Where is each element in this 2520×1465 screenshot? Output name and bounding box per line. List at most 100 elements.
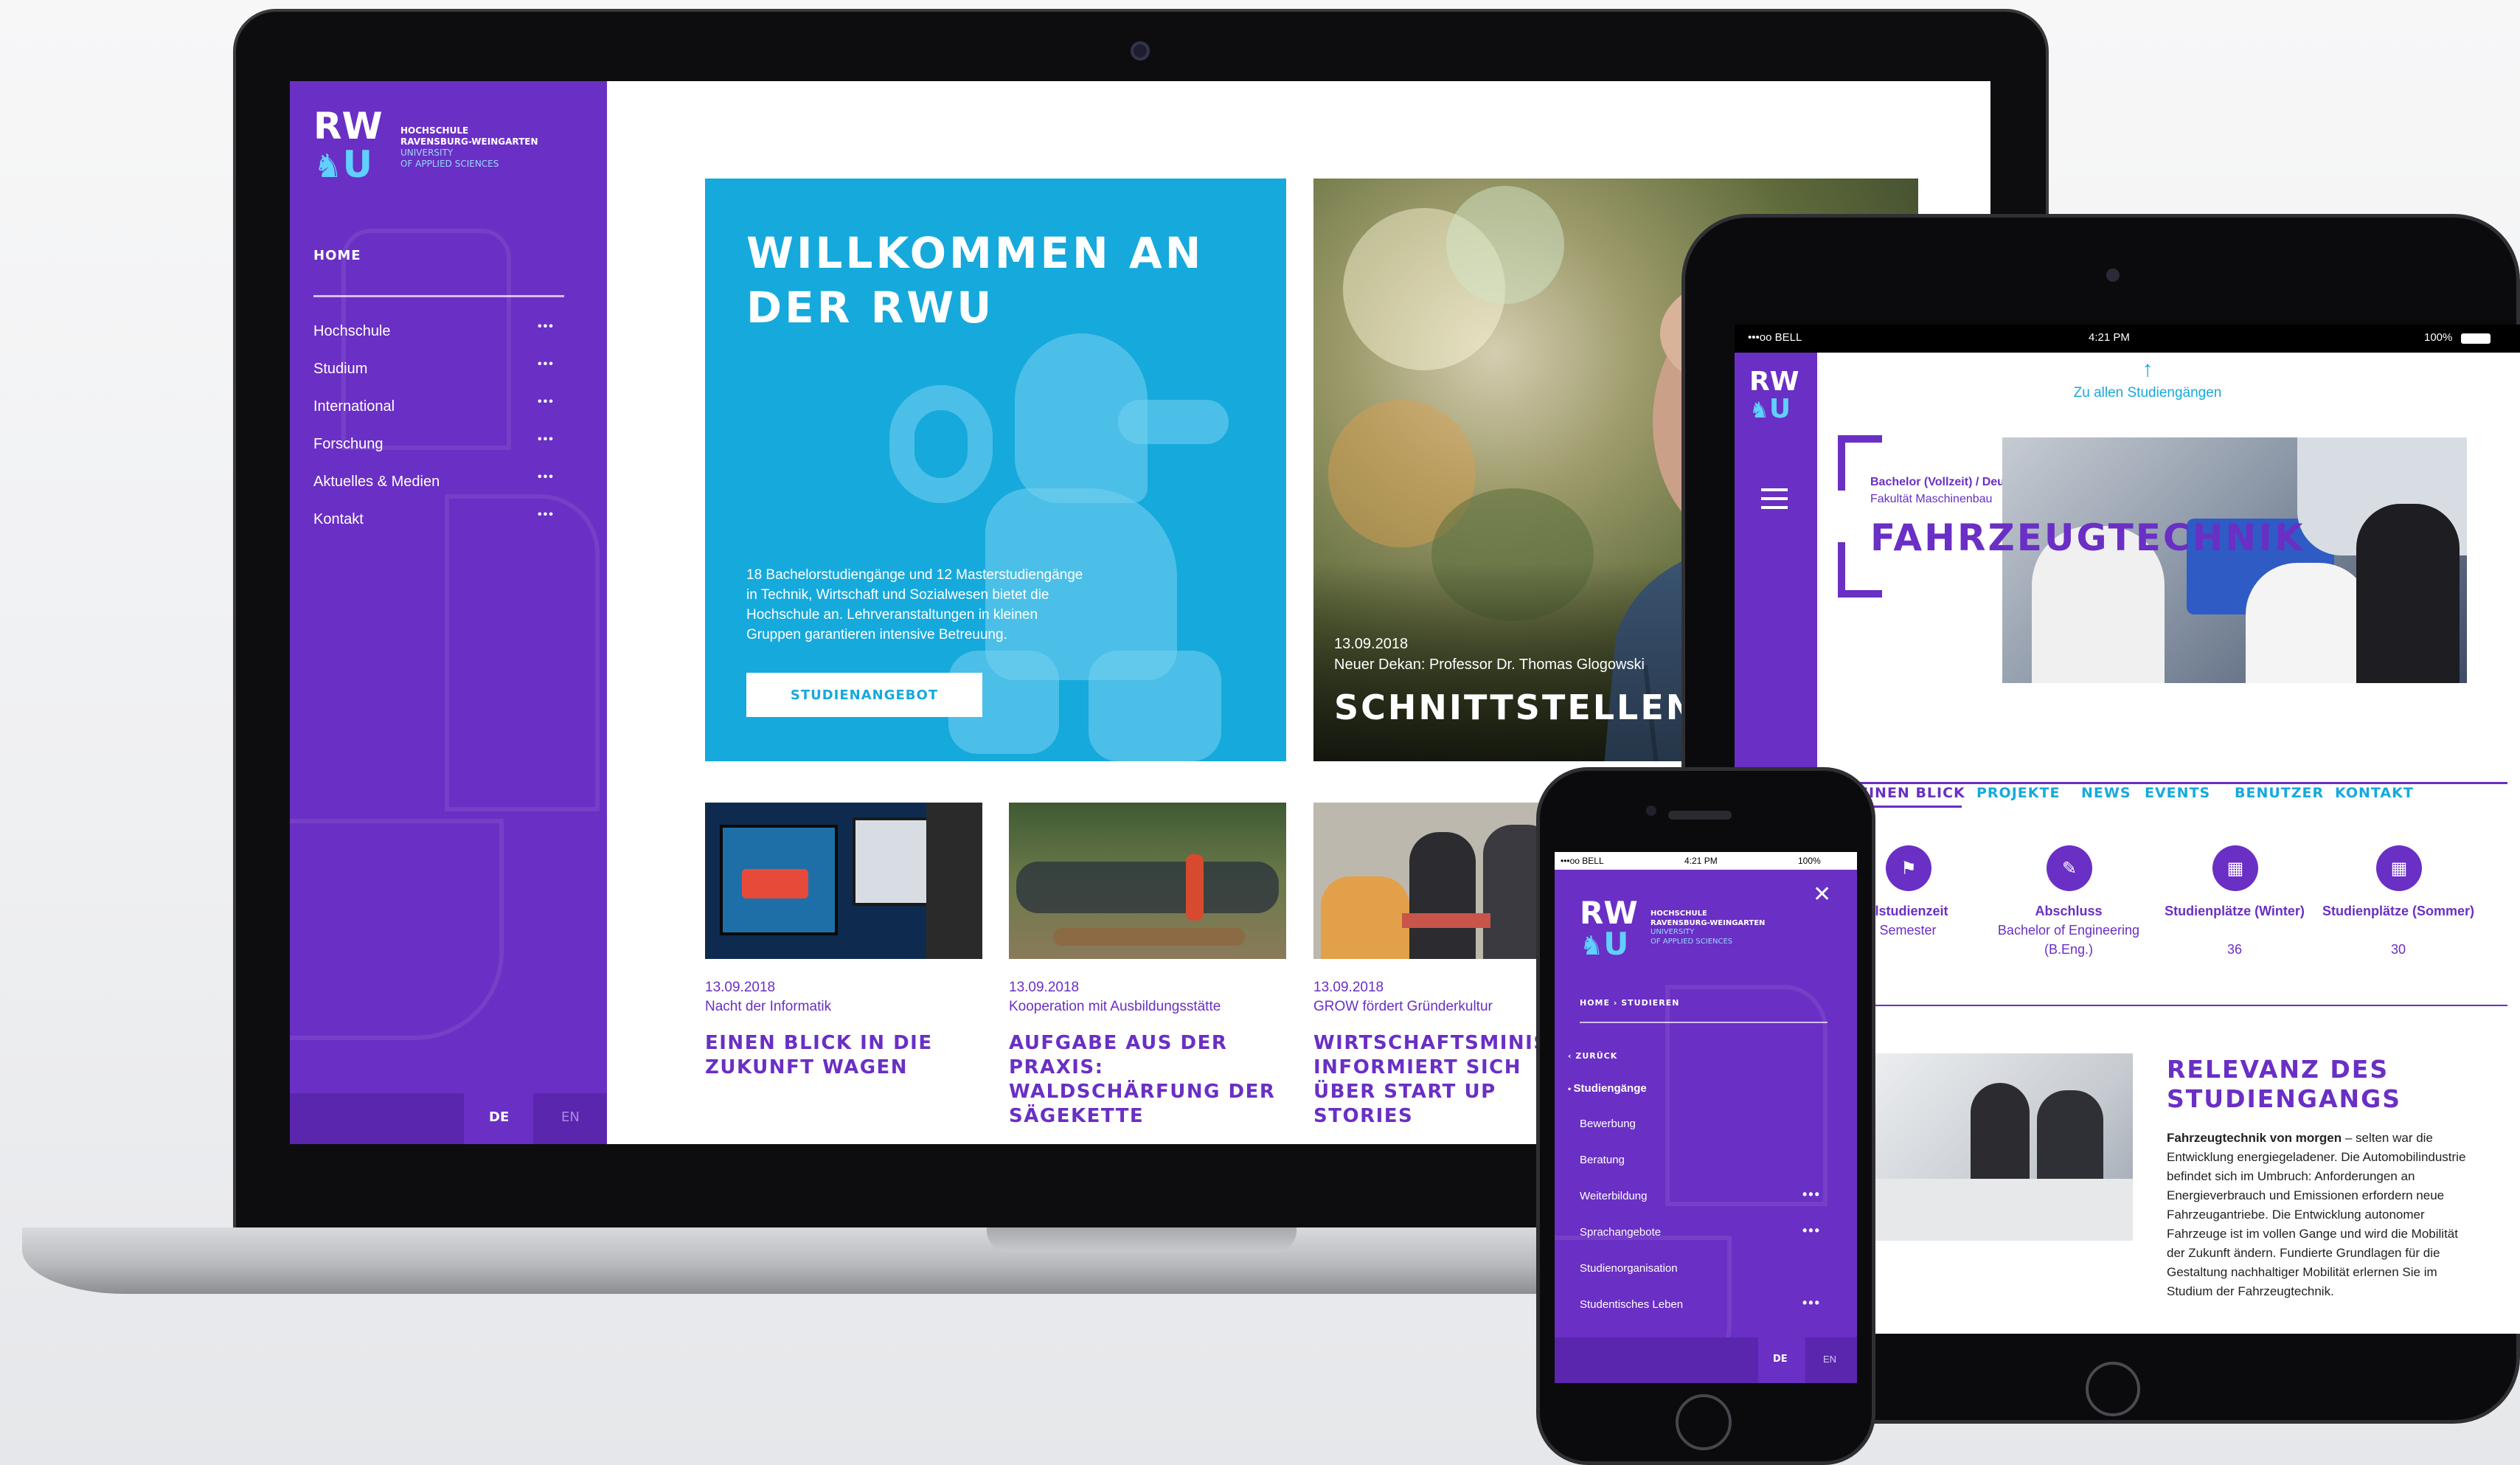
- stat-label: Studienplätze (Sommer): [2322, 904, 2475, 918]
- logo[interactable]: RW ♞U: [1749, 369, 1799, 423]
- sidebar: RW ♞U HOCHSCHULE RAVENSBURG-WEINGARTEN U…: [290, 81, 607, 1144]
- tab-overview[interactable]: EINEN BLICK: [1858, 785, 1965, 801]
- news-card[interactable]: 13.09.2018 Nacht der Informatik EINEN BL…: [705, 803, 982, 1127]
- hero-text: 18 Bachelorstudiengänge und 12 Masterstu…: [746, 567, 1083, 643]
- tab-kontakt[interactable]: KONTAKT: [2335, 785, 2414, 801]
- nav-item-studienorganisation[interactable]: Studienorganisation: [1580, 1262, 1678, 1275]
- clock: 4:21 PM: [1684, 856, 1718, 866]
- more-icon[interactable]: •••: [538, 320, 555, 333]
- sidebar-item-forschung[interactable]: Forschung •••: [313, 430, 564, 463]
- tablet-home-button[interactable]: [2086, 1362, 2140, 1416]
- breadcrumb[interactable]: HOME › STUDIEREN: [1580, 998, 1680, 1008]
- nav-item-studentisches-leben[interactable]: Studentisches Leben: [1580, 1298, 1683, 1311]
- more-icon[interactable]: •••: [1802, 1223, 1821, 1239]
- tab-news[interactable]: NEWS: [2081, 785, 2131, 801]
- news-title: AUFGABE AUS DER PRAXIS: WALDSCHÄRFUNG DE…: [1009, 1032, 1276, 1127]
- lang-de-button[interactable]: DE: [1758, 1337, 1805, 1383]
- language-bar: DE EN: [1555, 1337, 1857, 1383]
- tab-events[interactable]: EVENTS: [2145, 785, 2210, 801]
- logo[interactable]: RW ♞U HOCHSCHULE RAVENSBURG-WEINGARTEN U…: [1580, 898, 1801, 964]
- program-photo: [2002, 437, 2467, 683]
- calendar-icon: ▦: [2376, 845, 2422, 891]
- hero-welcome: WILLKOMMEN AN DER RWU 18 Bachelorstudien…: [705, 179, 1286, 761]
- calendar-icon: ▦: [2212, 845, 2258, 891]
- relevance-photo: [1875, 1053, 2133, 1241]
- sidebar-item-studium[interactable]: Studium •••: [313, 355, 564, 387]
- news-image: [1009, 803, 1286, 959]
- graduation-icon: ✎: [2047, 845, 2092, 891]
- lion-icon: ♞U: [1749, 394, 1791, 424]
- more-icon[interactable]: •••: [538, 508, 555, 522]
- news-subtitle: GROW fördert Gründerkultur: [1313, 999, 1493, 1014]
- nav-divider: [313, 295, 564, 297]
- back-to-programs-link[interactable]: Zu allen Studiengängen: [2000, 385, 2295, 401]
- phone-home-button[interactable]: [1676, 1394, 1732, 1450]
- phone-camera: [1646, 806, 1656, 816]
- program-faculty: Fakultät Maschinenbau: [1870, 493, 1993, 505]
- news-title: EINEN BLICK IN DIE ZUKUNFT WAGEN: [705, 1032, 933, 1078]
- lion-icon: ♞U: [313, 143, 373, 186]
- close-icon[interactable]: ✕: [1813, 882, 1831, 907]
- tab-benutzer[interactable]: BENUTZER: [2235, 785, 2324, 801]
- tabs-underline: [1858, 782, 2507, 784]
- news-date: 13.09.2018: [1313, 980, 1384, 995]
- menu-icon[interactable]: [1761, 488, 1788, 509]
- sidebar-item-aktuelles[interactable]: Aktuelles & Medien •••: [313, 468, 564, 500]
- more-icon[interactable]: •••: [538, 358, 555, 371]
- logo-line4: OF APPLIED SCIENCES: [400, 159, 499, 169]
- logo-rw: RW: [313, 105, 383, 148]
- logo-line1: HOCHSCHULE: [400, 125, 469, 136]
- language-bar: DE EN: [290, 1093, 607, 1144]
- flag-icon: ⚑: [1886, 845, 1931, 891]
- clock: 4:21 PM: [2089, 331, 2130, 344]
- relevance-title: RELEVANZ DES STUDIENGANGS: [2167, 1055, 2402, 1113]
- carrier-label: •••oo BELL: [1748, 331, 1802, 344]
- relevance-text: Fahrzeugtechnik von morgen – selten war …: [2167, 1131, 2466, 1298]
- program-title: FAHRZEUGTECHNIK: [1870, 516, 2305, 559]
- laptop-camera: [1131, 41, 1150, 60]
- battery-icon: [2461, 333, 2491, 344]
- news-card[interactable]: 13.09.2018 Kooperation mit Ausbildungsst…: [1009, 803, 1286, 1127]
- nav-item-studiengaenge[interactable]: • Studiengänge: [1568, 1082, 1647, 1095]
- tab-projekte[interactable]: PROJEKTE: [1976, 785, 2060, 801]
- studienangebot-button[interactable]: STUDIENANGEBOT: [746, 673, 982, 717]
- nav-home[interactable]: HOME: [313, 248, 361, 263]
- nav-item-bewerbung[interactable]: Bewerbung: [1580, 1118, 1636, 1130]
- more-icon[interactable]: •••: [1802, 1187, 1821, 1202]
- battery-label: 100%: [1798, 856, 1821, 866]
- news-date: 13.09.2018: [1009, 980, 1080, 995]
- news-date: 13.09.2018: [705, 980, 776, 995]
- more-icon[interactable]: •••: [538, 433, 555, 446]
- battery-label: 100%: [2424, 331, 2453, 344]
- lang-en-button[interactable]: EN: [1805, 1337, 1857, 1383]
- phone-speaker: [1668, 811, 1732, 820]
- stat-label: Studienplätze (Winter): [2165, 904, 2305, 918]
- nav-item-weiterbildung[interactable]: Weiterbildung: [1580, 1190, 1647, 1202]
- sidebar-item-international[interactable]: International •••: [313, 392, 564, 425]
- status-bar: •••oo BELL 4:21 PM 100%: [1555, 852, 1857, 870]
- logo-line2: RAVENSBURG-WEINGARTEN: [400, 136, 538, 147]
- phone-screen: •••oo BELL 4:21 PM 100% RW ♞U HOCHSCHULE…: [1555, 852, 1857, 1383]
- more-icon[interactable]: •••: [538, 471, 555, 484]
- hero-title: WILLKOMMEN AN DER RWU: [746, 228, 1204, 333]
- sidebar-item-hochschule[interactable]: Hochschule •••: [313, 317, 564, 350]
- feature-subtitle: Neuer Dekan: Professor Dr. Thomas Glogow…: [1334, 657, 1645, 673]
- logo-line3: UNIVERSITY: [400, 148, 454, 158]
- arrow-up-icon[interactable]: ↑: [2066, 359, 2229, 381]
- nav-item-beratung[interactable]: Beratung: [1580, 1154, 1625, 1166]
- logo[interactable]: RW ♞U HOCHSCHULE RAVENSBURG-WEINGARTEN U…: [313, 108, 564, 189]
- back-button[interactable]: ‹ ZURÜCK: [1568, 1051, 1617, 1061]
- stat-value: 30: [2390, 942, 2406, 957]
- feature-date: 13.09.2018: [1334, 636, 1409, 652]
- sidebar-item-kontakt[interactable]: Kontakt •••: [313, 505, 564, 538]
- laptop-notch: [987, 1227, 1297, 1253]
- more-icon[interactable]: •••: [538, 395, 555, 409]
- stat-value: Bachelor of Engineering (B.Eng.): [1997, 923, 2140, 957]
- more-icon[interactable]: •••: [1802, 1295, 1821, 1311]
- tablet-camera: [2106, 269, 2120, 282]
- lang-en-button[interactable]: EN: [533, 1093, 607, 1144]
- nav-item-sprachangebote[interactable]: Sprachangebote: [1580, 1226, 1661, 1239]
- lang-de-button[interactable]: DE: [464, 1093, 533, 1144]
- section-divider: [1858, 1005, 2507, 1006]
- stat-value: 36: [2226, 942, 2243, 957]
